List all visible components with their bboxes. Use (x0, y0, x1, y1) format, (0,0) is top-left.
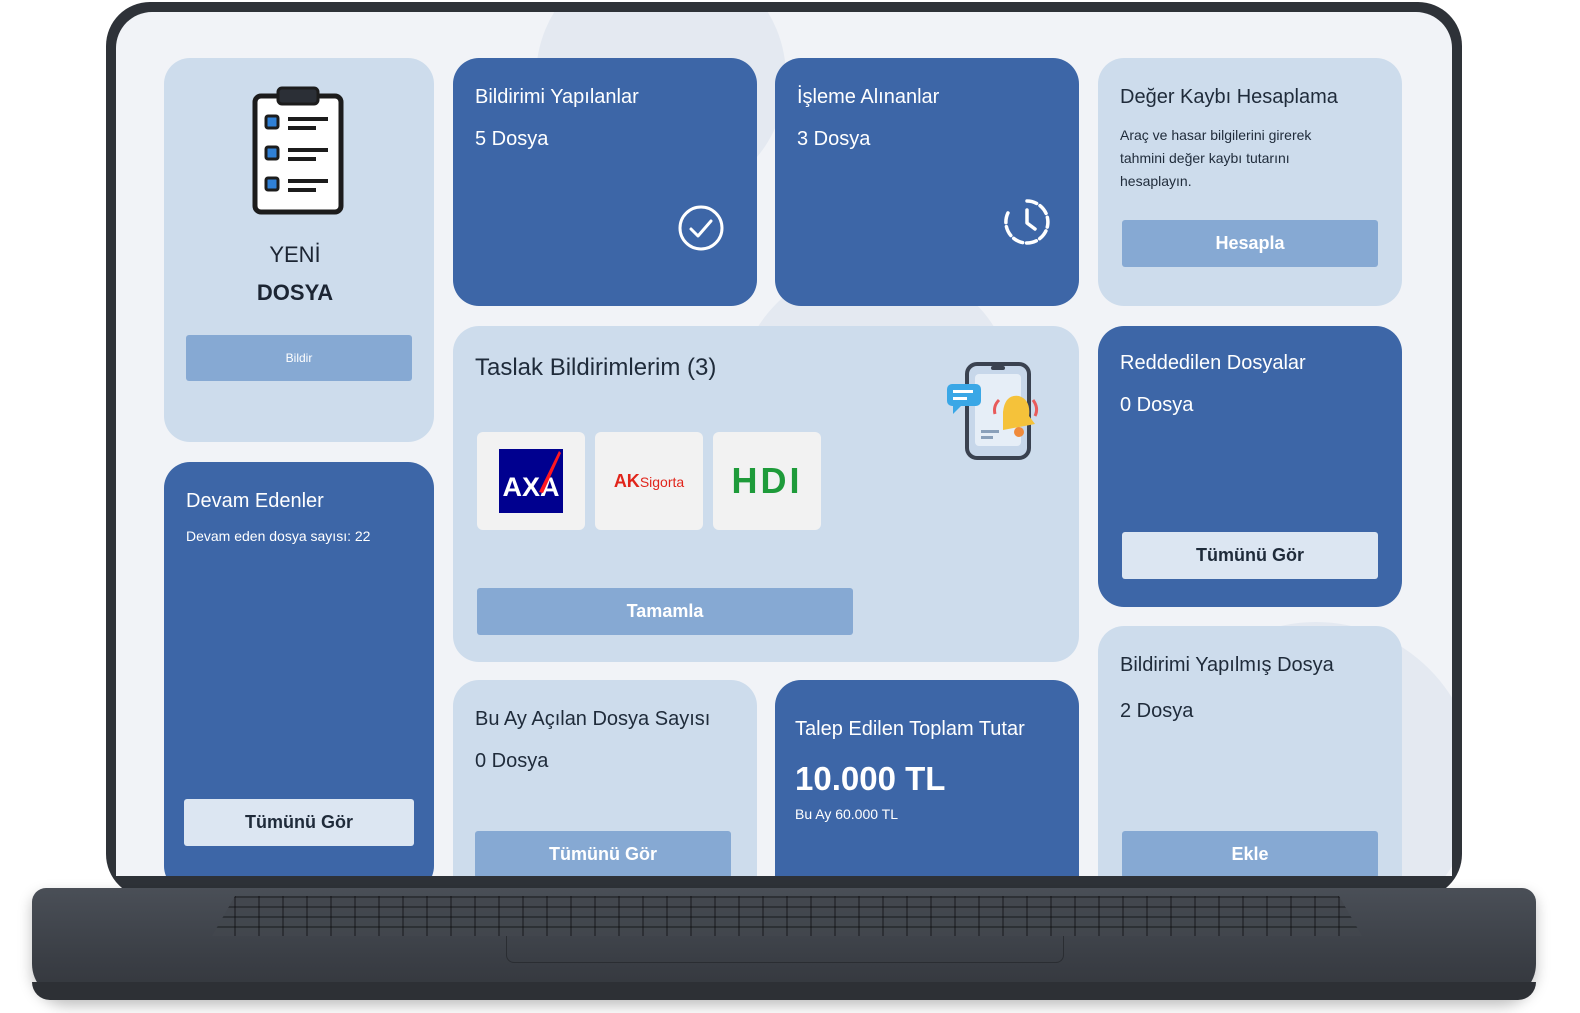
drafts-card: Taslak Bildirimlerim (3) AXA AKSigorta H… (453, 326, 1079, 662)
hdi-logo: HDI (731, 460, 803, 501)
rejected-view-all-button[interactable]: Tümünü Gör (1122, 532, 1378, 579)
new-file-card: YENİ DOSYA Bildir (164, 58, 434, 442)
hdi-logo-card[interactable]: HDI (713, 432, 821, 530)
ongoing-description: Devam eden dosya sayısı: 22 (186, 528, 371, 544)
add-button[interactable]: Ekle (1122, 831, 1378, 876)
monthly-opened-title: Bu Ay Açılan Dosya Sayısı (475, 708, 711, 730)
rejected-title: Reddedilen Dosyalar (1120, 352, 1306, 374)
depreciation-title: Değer Kaybı Hesaplama (1120, 86, 1338, 108)
requested-total-amount: 10.000 TL (795, 760, 946, 797)
reported-file-title: Bildirimi Yapılmış Dosya (1120, 654, 1334, 676)
laptop-base-lip (32, 982, 1536, 1000)
laptop-base (32, 888, 1536, 1000)
depreciation-card: Değer Kaybı Hesaplama Araç ve hasar bilg… (1098, 58, 1402, 306)
calculate-button[interactable]: Hesapla (1122, 220, 1378, 267)
reported-title: Bildirimi Yapılanlar (475, 86, 639, 108)
depreciation-description: Araç ve hasar bilgilerini girerek tahmin… (1120, 127, 1312, 189)
in-process-count: 3 Dosya (797, 128, 871, 150)
trackpad (506, 936, 1064, 963)
new-file-label-line2: DOSYA (256, 280, 334, 305)
clipboard-checklist-icon (252, 86, 344, 216)
requested-total-title: Talep Edilen Toplam Tutar (795, 718, 1025, 740)
svg-text:AXA: AXA (502, 472, 559, 502)
reported-card[interactable]: Bildirimi Yapılanlar 5 Dosya (453, 58, 757, 306)
app-screen: YENİ DOSYA Bildir Bildirimi Yapılanlar 5… (116, 12, 1452, 876)
axa-logo-icon: AXA (499, 449, 563, 513)
phone-notification-icon (945, 360, 1049, 469)
drafts-title: Taslak Bildirimlerim (3) (475, 354, 717, 381)
report-button[interactable]: Bildir (186, 335, 412, 381)
ongoing-card: Devam Edenler Devam eden dosya sayısı: 2… (164, 462, 434, 876)
aksigorta-logo-card[interactable]: AKSigorta (595, 432, 703, 530)
requested-total-monthly: Bu Ay 60.000 TL (795, 806, 899, 822)
clock-icon (1001, 196, 1053, 253)
reported-file-card: Bildirimi Yapılmış Dosya 2 Dosya Ekle (1098, 626, 1402, 876)
complete-button[interactable]: Tamamla (477, 588, 853, 635)
monthly-opened-card: Bu Ay Açılan Dosya Sayısı 0 Dosya Tümünü… (453, 680, 757, 876)
monthly-view-all-button[interactable]: Tümünü Gör (475, 831, 731, 876)
check-circle-icon (677, 204, 725, 257)
axa-logo-card[interactable]: AXA (477, 432, 585, 530)
ongoing-title: Devam Edenler (186, 490, 324, 512)
aksigorta-logo: AKSigorta (613, 470, 685, 491)
requested-total-card: Talep Edilen Toplam Tutar 10.000 TL Bu A… (775, 680, 1079, 876)
reported-count: 5 Dosya (475, 128, 549, 150)
keyboard (212, 896, 1362, 936)
monthly-opened-count: 0 Dosya (475, 750, 549, 772)
rejected-card: Reddedilen Dosyalar 0 Dosya Tümünü Gör (1098, 326, 1402, 607)
ongoing-view-all-button[interactable]: Tümünü Gör (184, 799, 414, 846)
reported-file-count: 2 Dosya (1120, 700, 1194, 722)
in-process-title: İşleme Alınanlar (797, 86, 940, 108)
new-file-label-line1: YENİ (269, 242, 321, 267)
in-process-card[interactable]: İşleme Alınanlar 3 Dosya (775, 58, 1079, 306)
rejected-count: 0 Dosya (1120, 394, 1194, 416)
